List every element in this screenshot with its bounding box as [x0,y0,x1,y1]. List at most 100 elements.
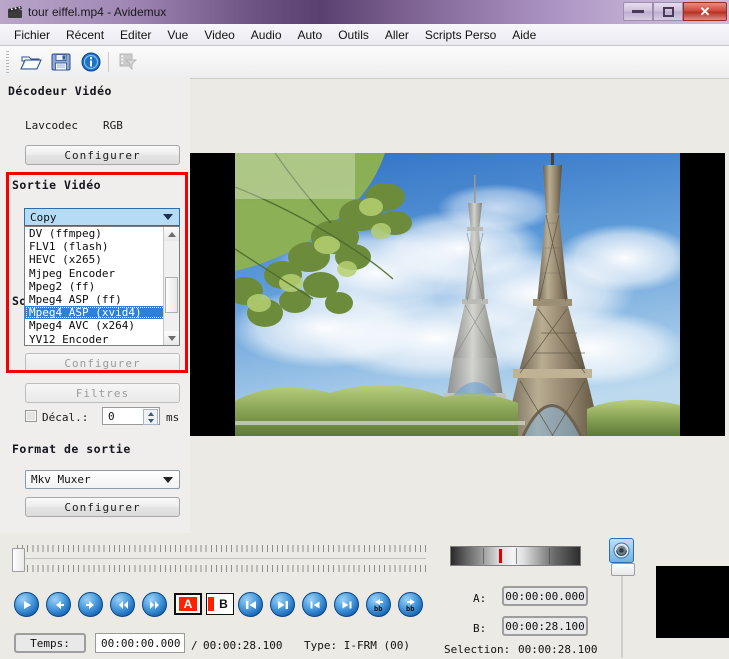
menu-item-vue[interactable]: Vue [159,26,196,44]
frame-type-label: Type: I-FRM (00) [304,639,410,652]
menu-item-recent[interactable]: Récent [58,26,112,44]
play-button[interactable] [14,592,39,617]
dropdown-option[interactable]: FLV1 (flash) [25,240,166,253]
go-to-end-button[interactable] [270,592,295,617]
timeline-ticks-top [17,545,426,552]
video-output-configure-button[interactable]: Configurer [25,353,180,373]
minimize-button[interactable] [623,2,653,21]
selection-label: Selection: [444,643,511,656]
decoder-configure-button[interactable]: Configurer [25,145,180,165]
thumbnail-preview[interactable] [656,566,729,638]
dropdown-option[interactable]: DV (ffmpeg) [25,227,166,240]
shift-checkbox[interactable] [25,410,37,422]
video-output-dropdown[interactable]: DV (ffmpeg) FLV1 (flash) HEVC (x265) Mjp… [24,226,180,346]
current-time-value: 00:00:00.000 [101,636,181,650]
mark-b-time-value: 00:00:28.100 [505,619,585,633]
total-time-label: 00:00:28.100 [203,639,283,652]
toolbar-separator [108,52,109,72]
timeline-handle[interactable] [12,548,25,572]
mark-a-label: A [179,597,197,611]
volume-slider-handle[interactable] [611,563,635,576]
filters-film-icon[interactable] [115,50,141,74]
dropdown-option[interactable]: YV12 Encoder [25,333,166,346]
dropdown-scrollbar[interactable] [163,227,179,345]
timeline-ticks-bottom [17,565,426,572]
scroll-up-icon[interactable] [164,227,179,241]
audio-meter-marker [499,549,502,563]
menu-item-fichier[interactable]: Fichier [6,26,58,44]
scroll-down-icon[interactable] [164,331,179,345]
info-icon[interactable] [78,50,104,74]
save-file-icon[interactable] [48,50,74,74]
previous-black-frame-button[interactable]: bb [366,592,391,617]
video-output-combo[interactable]: Copy [24,208,180,226]
step-backward-button[interactable] [46,592,71,617]
menu-item-audio[interactable]: Audio [243,26,290,44]
dropdown-option[interactable]: Mpeg4 ASP (ff) [25,293,166,306]
mark-a-time-field[interactable]: 00:00:00.000 [502,586,588,606]
video-output-title: Sortie Vidéo [12,178,102,192]
menu-item-scripts-perso[interactable]: Scripts Perso [417,26,504,44]
menu-item-aide[interactable]: Aide [504,26,544,44]
go-to-start-button[interactable] [238,592,263,617]
video-output-filters-button[interactable]: Filtres [25,383,180,403]
dropdown-option[interactable]: Mpeg2 (ff) [25,280,166,293]
avidemux-window: tour eiffel.mp4 - Avidemux ✕ Fichier Réc… [0,0,729,659]
svg-text:bb: bb [374,605,382,612]
scrollbar-thumb[interactable] [165,277,178,313]
rewind-button[interactable] [110,592,135,617]
menu-item-video[interactable]: Video [196,26,242,44]
menu-item-auto[interactable]: Auto [290,26,331,44]
mark-a-time-value: 00:00:00.000 [505,589,585,603]
time-label-button[interactable]: Temps: [14,633,86,653]
previous-keyframe-button[interactable] [302,592,327,617]
mark-b-button[interactable]: B [206,593,234,615]
mark-b-label: B [219,597,228,611]
mark-a-field-label: A: [473,592,487,605]
mark-b-time-field[interactable]: 00:00:28.100 [502,616,588,636]
step-forward-button[interactable] [78,592,103,617]
shift-spinner-up[interactable] [144,410,157,417]
video-output-option-list: DV (ffmpeg) FLV1 (flash) HEVC (x265) Mjp… [25,227,166,345]
volume-slider-track[interactable] [621,570,623,658]
fast-forward-button[interactable] [142,592,167,617]
output-format-title: Format de sortie [12,442,131,456]
video-decoder-title: Décodeur Vidéo [8,84,112,98]
next-black-frame-button[interactable]: bb [398,592,423,617]
shift-value-text: 0 [108,409,115,423]
current-time-field[interactable]: 00:00:00.000 [95,633,185,653]
shift-value-input[interactable]: 0 [102,407,160,425]
app-clapperboard-icon [7,4,23,20]
shift-label: Décal.: [42,411,89,424]
svg-text:bb: bb [406,605,414,612]
menu-item-editer[interactable]: Editer [112,26,159,44]
output-format-combo[interactable]: Mkv Muxer [25,470,180,489]
close-button[interactable]: ✕ [683,2,727,21]
toolbar-grip[interactable] [6,51,9,73]
video-preview[interactable] [190,153,725,436]
title-bar: tour eiffel.mp4 - Avidemux ✕ [0,0,729,25]
maximize-icon [662,6,674,17]
menu-item-aller[interactable]: Aller [377,26,417,44]
shift-spinner[interactable] [143,409,158,425]
minimize-icon [632,10,644,13]
output-format-configure-button[interactable]: Configurer [25,497,180,517]
window-title: tour eiffel.mp4 - Avidemux [28,5,167,19]
audio-meter[interactable] [450,546,581,566]
next-keyframe-button[interactable] [334,592,359,617]
chevron-down-icon [163,476,173,483]
speaker-icon[interactable] [609,538,634,563]
dropdown-option[interactable]: Mpeg4 AVC (x264) [25,319,166,332]
shift-spinner-down[interactable] [144,417,157,424]
maximize-button[interactable] [653,2,683,21]
open-file-icon[interactable] [18,50,44,74]
dropdown-option-selected[interactable]: Mpeg4 ASP (xvid4) [25,306,166,320]
dropdown-option[interactable]: Mjpeg Encoder [25,267,166,280]
dropdown-option[interactable]: HEVC (x265) [25,253,166,266]
chevron-down-icon [163,214,173,220]
mark-a-button[interactable]: A [174,593,202,615]
main-toolbar [0,46,729,79]
timeline-track[interactable] [17,558,426,559]
output-format-value: Mkv Muxer [31,473,91,486]
menu-item-outils[interactable]: Outils [330,26,377,44]
